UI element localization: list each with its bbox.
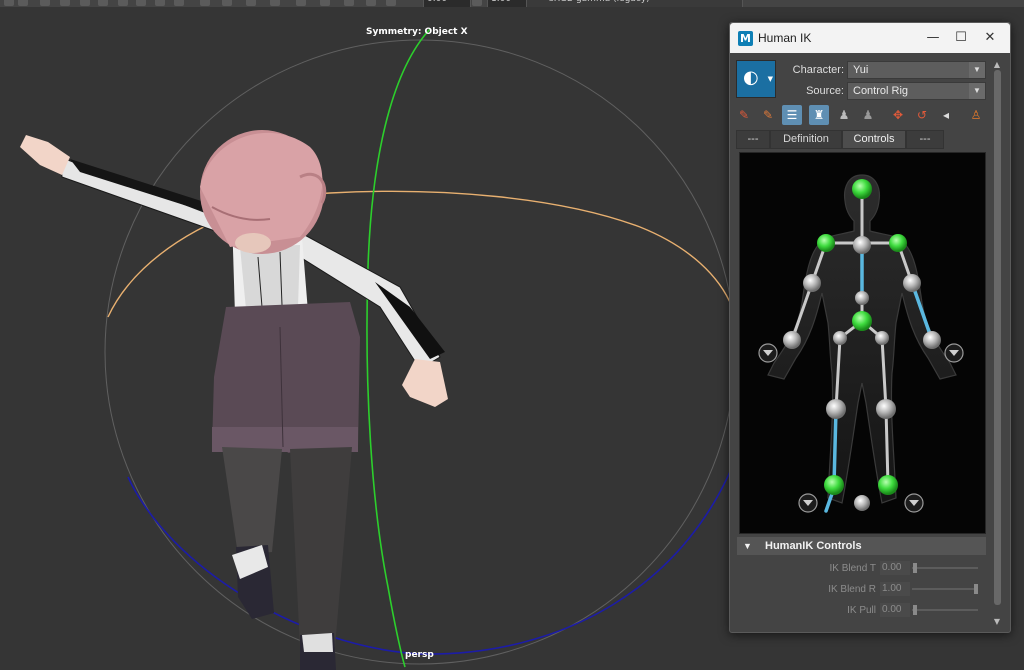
slider-label: IK Pull xyxy=(847,605,876,616)
human-ik-window[interactable]: M Human IK — ☐ ✕ ◐ ▼ Character: Yui ▼ So… xyxy=(729,22,1011,633)
toolbar-icon[interactable] xyxy=(40,0,50,6)
slider-label: IK Blend R xyxy=(828,584,876,595)
ik-pull-track[interactable] xyxy=(912,609,978,611)
hips-effector[interactable] xyxy=(852,311,872,331)
scrollbar-thumb[interactable] xyxy=(994,70,1001,605)
toolbar-icon[interactable] xyxy=(222,0,232,6)
character-menu-button[interactable]: ◐ ▼ xyxy=(736,60,776,98)
right-foot-effector[interactable] xyxy=(878,475,898,495)
tab-definition[interactable]: Definition xyxy=(770,130,842,149)
right-knee-effector[interactable] xyxy=(876,399,896,419)
character-dropdown[interactable]: Yui ▼ xyxy=(847,61,986,79)
window-title: Human IK xyxy=(758,31,812,45)
right-elbow-effector[interactable] xyxy=(903,274,921,292)
section-title: HumanIK Controls xyxy=(765,540,862,552)
right-hand-expand-icon[interactable] xyxy=(944,343,964,363)
toolbar-icon[interactable] xyxy=(80,0,90,6)
symmetry-label: Symmetry: Object X xyxy=(366,27,468,37)
ik-blend-t-track[interactable] xyxy=(912,567,978,569)
hik-figure xyxy=(740,153,985,533)
toolbar-icon[interactable] xyxy=(366,0,376,6)
ik-blend-r-track[interactable] xyxy=(912,588,978,590)
collapse-triangle-icon[interactable]: ▼ xyxy=(743,537,752,555)
toolbar-icon[interactable] xyxy=(136,0,146,6)
maximize-button[interactable]: ☐ xyxy=(948,28,974,48)
maya-logo-icon: M xyxy=(738,31,753,46)
dropdown-icon: ▼ xyxy=(767,75,773,83)
chest-effector[interactable] xyxy=(853,236,871,254)
source-label: Source: xyxy=(806,85,844,97)
slider-label: IK Blend T xyxy=(829,563,876,574)
chevron-down-icon: ▼ xyxy=(969,83,985,99)
head-effector[interactable] xyxy=(852,179,872,199)
ik-pull-handle[interactable] xyxy=(913,605,917,615)
pin-translate-tool-icon[interactable]: ✎ xyxy=(734,105,754,125)
source-value: Control Rig xyxy=(853,85,909,97)
left-foot-expand-icon[interactable] xyxy=(798,493,818,513)
toolbar-icon[interactable] xyxy=(386,0,396,6)
ik-blend-t-field[interactable]: 0.00 xyxy=(880,561,910,575)
pin-rotation-icon[interactable]: ↺ xyxy=(912,105,932,125)
spine-effector[interactable] xyxy=(855,291,869,305)
left-foot-effector[interactable] xyxy=(824,475,844,495)
pin-translation-icon[interactable]: ✥ xyxy=(888,105,908,125)
body-part-mode-icon[interactable]: ♜ xyxy=(809,105,829,125)
pin-none-icon[interactable]: ◂ xyxy=(936,105,956,125)
rotate-z-ring[interactable] xyxy=(127,446,741,655)
right-foot-expand-icon[interactable] xyxy=(904,493,924,513)
ik-pull-field[interactable]: 0.00 xyxy=(880,603,910,617)
toolbar-icon[interactable] xyxy=(344,0,354,6)
toolbar-icon[interactable] xyxy=(246,0,256,6)
full-body-mode-icon[interactable]: ☰ xyxy=(782,105,802,125)
scroll-up-icon[interactable]: ▲ xyxy=(992,60,1002,70)
minimize-button[interactable]: — xyxy=(920,28,946,48)
left-shoulder-effector[interactable] xyxy=(817,234,835,252)
tab-right-placeholder[interactable]: --- xyxy=(906,130,944,149)
release-pin-icon[interactable]: ♟ xyxy=(858,105,878,125)
toolbar-icon[interactable] xyxy=(60,0,70,6)
left-knee-effector[interactable] xyxy=(826,399,846,419)
right-wrist-effector[interactable] xyxy=(923,331,941,349)
toolbar-icon[interactable] xyxy=(270,0,280,6)
window-titlebar[interactable]: M Human IK — ☐ ✕ xyxy=(730,23,1010,53)
left-wrist-effector[interactable] xyxy=(783,331,801,349)
toolbar-icon[interactable] xyxy=(296,0,306,6)
left-hand-expand-icon[interactable] xyxy=(758,343,778,363)
character-value: Yui xyxy=(853,64,869,76)
scroll-down-icon[interactable]: ▼ xyxy=(992,617,1002,627)
humanik-controls-section[interactable]: ▼ HumanIK Controls xyxy=(737,537,986,555)
right-hip-effector[interactable] xyxy=(875,331,889,345)
stance-pose-icon[interactable]: ♙ xyxy=(966,105,986,125)
toolbar-icon[interactable] xyxy=(98,0,108,6)
tab-controls[interactable]: Controls xyxy=(842,130,906,149)
left-elbow-effector[interactable] xyxy=(803,274,821,292)
hik-character-controls-view[interactable] xyxy=(739,152,986,534)
ik-blend-r-handle[interactable] xyxy=(974,584,978,594)
toolbar-icon[interactable] xyxy=(200,0,210,6)
character-label: Character: xyxy=(792,64,844,76)
source-dropdown[interactable]: Control Rig ▼ xyxy=(847,82,986,100)
character-icon: ◐ xyxy=(743,67,759,88)
pin-rotate-tool-icon[interactable]: ✎ xyxy=(758,105,778,125)
chevron-down-icon: ▼ xyxy=(969,62,985,78)
right-shoulder-effector[interactable] xyxy=(889,234,907,252)
tab-left-placeholder[interactable]: --- xyxy=(736,130,770,149)
selection-mode-icon[interactable]: ♟ xyxy=(834,105,854,125)
reference-effector[interactable] xyxy=(854,495,870,511)
close-button[interactable]: ✕ xyxy=(977,28,1003,48)
ik-blend-t-handle[interactable] xyxy=(913,563,917,573)
toolbar-icon[interactable] xyxy=(320,0,330,6)
toolbar-icon[interactable] xyxy=(118,0,128,6)
camera-label: persp xyxy=(405,650,434,660)
toolbar-icon[interactable] xyxy=(4,0,14,6)
toolbar-icon[interactable] xyxy=(155,0,165,6)
toolbar-icon[interactable] xyxy=(472,0,482,6)
toolbar-icon[interactable] xyxy=(18,0,28,6)
left-hip-effector[interactable] xyxy=(833,331,847,345)
toolbar-icon[interactable] xyxy=(174,0,184,6)
ik-blend-r-field[interactable]: 1.00 xyxy=(880,582,910,596)
